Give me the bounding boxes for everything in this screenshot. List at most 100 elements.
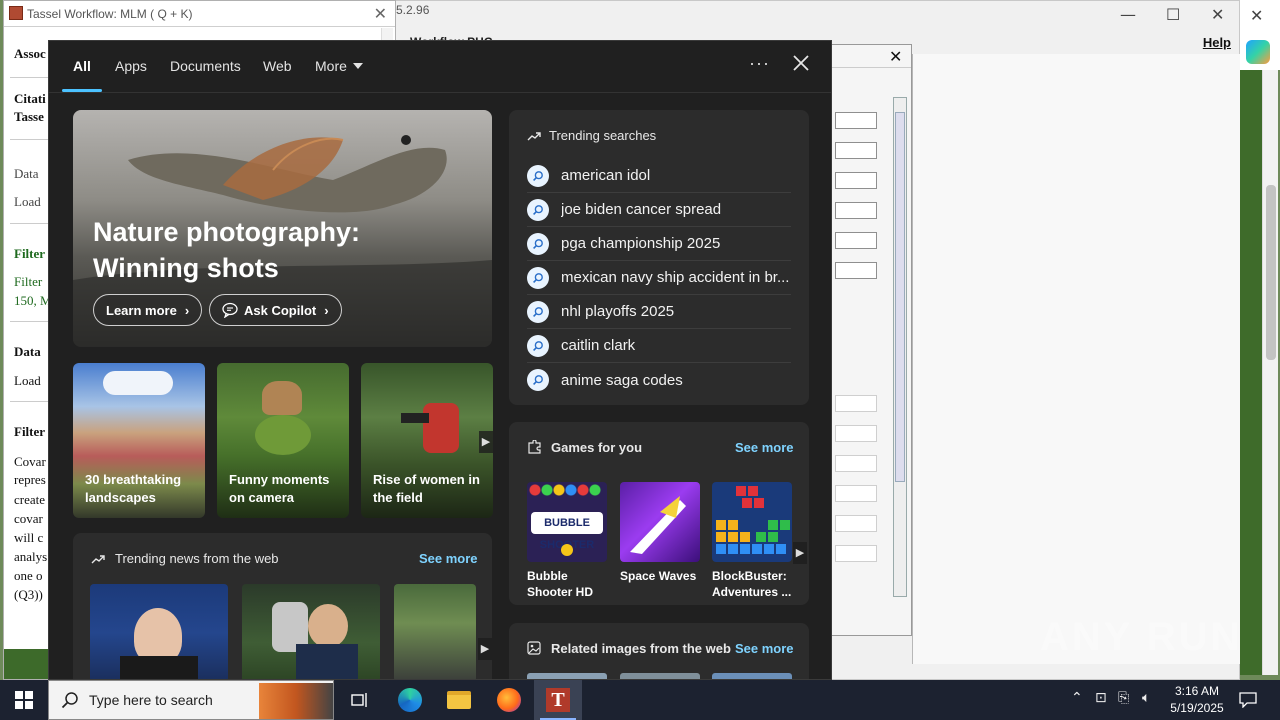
related-images-see-more-link[interactable]: See more <box>735 641 794 656</box>
clock-time: 3:16 AM <box>1174 684 1220 698</box>
tab-more[interactable]: More <box>315 58 363 74</box>
taskbar-tassel[interactable]: T <box>534 680 582 720</box>
tab-apps[interactable]: Apps <box>115 58 147 74</box>
search-placeholder: Type here to search <box>89 692 213 708</box>
input-field[interactable] <box>835 545 877 562</box>
notification-icon[interactable] <box>1239 692 1257 708</box>
dialog-scrollbar[interactable] <box>893 97 907 597</box>
maximize-icon[interactable]: ☐ <box>1166 5 1180 24</box>
minimize-icon[interactable]: — <box>1120 5 1136 24</box>
input-field[interactable] <box>835 172 877 189</box>
tab-all[interactable]: All <box>73 58 91 74</box>
input-field[interactable] <box>835 395 877 412</box>
suit-shape <box>120 656 198 679</box>
trending-search-item[interactable]: anime saga codes <box>527 363 791 397</box>
tassel-line: create <box>14 492 46 507</box>
tassel-line: will c <box>14 530 44 545</box>
news-image-biden[interactable] <box>90 584 228 679</box>
device-icon[interactable]: ⊡ <box>1095 690 1107 706</box>
card-landscapes[interactable]: 30 breathtaking landscapes <box>73 363 205 518</box>
input-field[interactable] <box>835 202 877 219</box>
close-icon[interactable] <box>790 52 812 74</box>
search-icon <box>61 692 78 709</box>
dialog-close-icon[interactable]: ✕ <box>889 47 902 66</box>
close-icon[interactable]: ✕ <box>374 4 387 24</box>
desktop-strip <box>4 649 52 679</box>
chevron-up-icon[interactable]: ⌃ <box>1071 690 1083 706</box>
card-women-in-field[interactable]: Rise of women in the field <box>361 363 493 518</box>
game-bubble-shooter[interactable]: BUBBLE SHOOTER Bubble Shooter HD <box>527 482 607 600</box>
taskbar-edge[interactable] <box>386 680 434 720</box>
taskbar-clock[interactable]: 3:16 AM 5/19/2025 <box>1162 683 1232 717</box>
tassel-line: Covar <box>14 454 46 469</box>
taskbar-file-explorer[interactable] <box>435 680 483 720</box>
input-field[interactable] <box>835 232 877 249</box>
news-see-more-link[interactable]: See more <box>419 551 478 566</box>
copilot-icon[interactable] <box>1246 40 1270 64</box>
volume-icon[interactable]: 🔈︎ <box>1142 690 1150 706</box>
tassel-title: Tassel Workflow: MLM ( Q + K) <box>27 7 193 21</box>
hero-title: Nature photography: Winning shots <box>93 214 393 286</box>
card-funny-moments[interactable]: Funny moments on camera <box>217 363 349 518</box>
trending-search-item[interactable]: caitlin clark <box>527 329 791 363</box>
hero-card[interactable]: Nature photography: Winning shots Learn … <box>73 110 492 347</box>
news-image-golf[interactable] <box>242 584 380 679</box>
news-image-crowd[interactable] <box>394 584 476 679</box>
task-view-button[interactable] <box>336 680 384 720</box>
game-space-waves[interactable]: Space Waves <box>620 482 700 584</box>
help-menu[interactable]: Help <box>1203 35 1231 50</box>
search-icon <box>527 198 549 221</box>
scrollbar-thumb[interactable] <box>895 112 905 482</box>
related-image-thumb[interactable] <box>620 673 700 679</box>
watermark: ANY RUN <box>1040 615 1243 659</box>
close-icon[interactable]: ✕ <box>1211 5 1224 24</box>
tab-web[interactable]: Web <box>263 58 292 74</box>
network-icon[interactable]: ⎘ <box>1118 690 1129 706</box>
copilot-corner: ✕ <box>1240 0 1280 70</box>
input-field[interactable] <box>835 262 877 279</box>
background-panel <box>912 54 1240 664</box>
window-scrollbar[interactable] <box>1262 70 1278 675</box>
input-field[interactable] <box>835 455 877 472</box>
trending-search-item[interactable]: american idol <box>527 159 791 193</box>
close-icon[interactable]: ✕ <box>1250 6 1263 25</box>
trending-search-item[interactable]: joe biden cancer spread <box>527 193 791 227</box>
frog-shape <box>255 415 311 455</box>
game-tile <box>620 482 700 562</box>
game-tile: BUBBLE SHOOTER <box>527 482 607 562</box>
search-icon <box>527 369 549 391</box>
related-image-thumb[interactable] <box>527 673 607 679</box>
more-options-icon[interactable]: ··· <box>749 53 770 74</box>
news-next-arrow[interactable]: ▶ <box>478 638 492 660</box>
input-field[interactable] <box>835 425 877 442</box>
trending-search-item[interactable]: pga championship 2025 <box>527 227 791 261</box>
game-name: Bubble Shooter HD <box>527 569 593 599</box>
games-next-arrow[interactable]: ▶ <box>793 542 807 564</box>
ask-copilot-button[interactable]: Ask Copilot › <box>209 294 342 326</box>
scrollbar-thumb[interactable] <box>1266 185 1276 360</box>
input-field[interactable] <box>835 515 877 532</box>
trending-search-text: mexican navy ship accident in br... <box>561 269 790 286</box>
tab-documents[interactable]: Documents <box>170 58 241 74</box>
learn-more-button[interactable]: Learn more › <box>93 294 203 326</box>
start-button[interactable] <box>0 680 48 720</box>
trending-search-text: pga championship 2025 <box>561 235 721 252</box>
input-field[interactable] <box>835 142 877 159</box>
trending-search-item[interactable]: nhl playoffs 2025 <box>527 295 791 329</box>
task-view-icon <box>351 693 367 707</box>
puzzle-icon <box>528 440 541 454</box>
photographer-shape <box>423 403 459 453</box>
tassel-line: Data <box>14 166 39 181</box>
input-field[interactable] <box>835 485 877 502</box>
cards-next-arrow[interactable]: ▶ <box>479 431 493 453</box>
input-field[interactable] <box>835 112 877 129</box>
taskbar-firefox[interactable] <box>485 680 533 720</box>
related-image-thumb[interactable] <box>712 673 792 679</box>
trending-search-item[interactable]: mexican navy ship accident in br... <box>527 261 791 295</box>
taskbar-search-box[interactable]: Type here to search <box>48 680 334 720</box>
game-blockbuster[interactable]: BlockBuster: Adventures ... <box>712 482 792 600</box>
card-label: 30 breathtaking landscapes <box>85 472 182 505</box>
tassel-line: analys <box>14 549 48 564</box>
cloud-shape <box>103 371 173 395</box>
games-see-more-link[interactable]: See more <box>735 440 794 455</box>
